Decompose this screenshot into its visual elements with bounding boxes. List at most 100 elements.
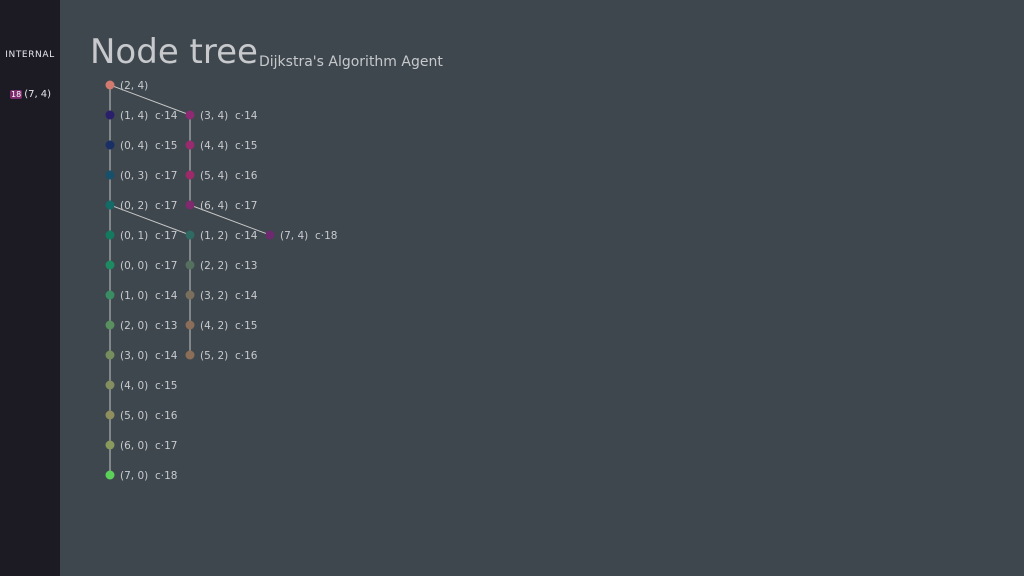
node-cost-label: c·13 xyxy=(155,320,177,332)
node-label: (0, 4) xyxy=(120,140,148,152)
node-cost-label: c·17 xyxy=(155,260,177,272)
node-label: (3, 2) xyxy=(200,290,228,302)
node-dot[interactable] xyxy=(105,380,115,390)
node-dot[interactable] xyxy=(105,320,115,330)
node-label: (0, 2) xyxy=(120,200,148,212)
node-dot[interactable] xyxy=(105,230,115,240)
node-label: (0, 0) xyxy=(120,260,148,272)
node-label: (6, 4) xyxy=(200,200,228,212)
node-dot[interactable] xyxy=(105,170,115,180)
tree-node[interactable]: (0, 3) c·17 xyxy=(105,170,178,182)
node-label: (5, 2) xyxy=(200,350,228,362)
node-cost-label: c·13 xyxy=(235,260,257,272)
node-dot[interactable] xyxy=(105,260,115,270)
node-label: (2, 0) xyxy=(120,320,148,332)
node-cost-label: c·14 xyxy=(235,290,258,302)
tree-node[interactable]: (3, 0) c·14 xyxy=(105,350,178,362)
tree-node[interactable]: (2, 0) c·13 xyxy=(105,320,178,332)
node-dot[interactable] xyxy=(185,200,195,210)
node-dot[interactable] xyxy=(105,110,115,120)
sidebar-entry-node[interactable]: 18 (7, 4) xyxy=(10,89,51,100)
tree-node[interactable]: (7, 4) c·18 xyxy=(265,230,338,242)
node-cost-label: c·16 xyxy=(235,350,258,362)
sidebar-heading: INTERNAL xyxy=(5,50,55,60)
node-cost-label: c·16 xyxy=(155,410,178,422)
node-dot[interactable] xyxy=(105,440,115,450)
node-label: (7, 4) xyxy=(280,230,308,242)
node-label: (6, 0) xyxy=(120,440,148,452)
tree-node[interactable]: (3, 4) c·14 xyxy=(185,110,258,122)
tree-node[interactable]: (1, 4) c·14 xyxy=(105,110,178,122)
node-cost-label: c·17 xyxy=(235,200,257,212)
node-dot[interactable] xyxy=(105,410,115,420)
node-label: (3, 0) xyxy=(120,350,148,362)
node-label: (4, 0) xyxy=(120,380,148,392)
node-dot[interactable] xyxy=(185,140,195,150)
sidebar-entry-label: (7, 4) xyxy=(24,89,52,100)
node-dot[interactable] xyxy=(105,290,115,300)
tree-node[interactable]: (6, 0) c·17 xyxy=(105,440,178,452)
node-cost-label: c·17 xyxy=(155,230,177,242)
node-label: (2, 4) xyxy=(120,80,148,92)
node-cost-label: c·18 xyxy=(315,230,337,242)
node-dot[interactable] xyxy=(105,470,115,480)
tree-node[interactable]: (0, 2) c·17 xyxy=(105,200,178,212)
node-dot[interactable] xyxy=(105,80,115,90)
node-dot[interactable] xyxy=(185,350,195,360)
node-dot[interactable] xyxy=(185,260,195,270)
node-dot[interactable] xyxy=(185,230,195,240)
node-cost-label: c·15 xyxy=(155,140,177,152)
node-cost-label: c·15 xyxy=(155,380,177,392)
node-label: (4, 4) xyxy=(200,140,228,152)
node-label: (5, 0) xyxy=(120,410,148,422)
tree-node[interactable]: (0, 4) c·15 xyxy=(105,140,178,152)
node-cost-label: c·17 xyxy=(155,200,177,212)
node-cost-label: c·14 xyxy=(155,350,178,362)
node-dot[interactable] xyxy=(105,350,115,360)
node-label: (7, 0) xyxy=(120,470,148,482)
node-label: (0, 3) xyxy=(120,170,148,182)
tree-node[interactable]: (1, 0) c·14 xyxy=(105,290,178,302)
node-dot[interactable] xyxy=(105,200,115,210)
node-dot[interactable] xyxy=(105,140,115,150)
node-dot[interactable] xyxy=(185,290,195,300)
tree-node[interactable]: (5, 4) c·16 xyxy=(185,170,258,182)
node-cost-label: c·17 xyxy=(155,170,177,182)
node-label: (0, 1) xyxy=(120,230,148,242)
node-cost-label: c·14 xyxy=(235,110,258,122)
tree-node[interactable]: (7, 0) c·18 xyxy=(105,470,178,482)
tree-node[interactable]: (5, 2) c·16 xyxy=(185,350,258,362)
node-label: (1, 0) xyxy=(120,290,148,302)
node-label: (3, 4) xyxy=(200,110,228,122)
node-cost-label: c·14 xyxy=(155,290,178,302)
node-cost-label: c·14 xyxy=(235,230,258,242)
tree-node[interactable]: (2, 4) xyxy=(105,80,149,92)
node-dot[interactable] xyxy=(265,230,275,240)
node-dot[interactable] xyxy=(185,170,195,180)
main-panel: Node tree Dijkstra's Algorithm Agent (2,… xyxy=(60,0,1024,576)
tree-node[interactable]: (4, 0) c·15 xyxy=(105,380,178,392)
tree-node[interactable]: (1, 2) c·14 xyxy=(185,230,258,242)
tree-node[interactable]: (3, 2) c·14 xyxy=(185,290,258,302)
tree-node[interactable]: (2, 2) c·13 xyxy=(185,260,258,272)
tree-node[interactable]: (4, 2) c·15 xyxy=(185,320,258,332)
node-tree-diagram: (2, 4)(1, 4) c·14(0, 4) c·15(0, 3) c·17(0, … xyxy=(105,80,338,482)
node-dot[interactable] xyxy=(185,320,195,330)
node-cost-label: c·18 xyxy=(155,470,177,482)
node-cost-label: c·17 xyxy=(155,440,177,452)
tree-node[interactable]: (0, 1) c·17 xyxy=(105,230,178,242)
node-label: (1, 2) xyxy=(200,230,228,242)
cost-badge: 18 xyxy=(10,90,23,99)
node-cost-label: c·15 xyxy=(235,320,257,332)
node-cost-label: c·14 xyxy=(155,110,178,122)
tree-node[interactable]: (6, 4) c·17 xyxy=(185,200,258,212)
node-dot[interactable] xyxy=(185,110,195,120)
node-cost-label: c·16 xyxy=(235,170,258,182)
node-label: (1, 4) xyxy=(120,110,148,122)
tree-node[interactable]: (4, 4) c·15 xyxy=(185,140,258,152)
tree-node[interactable]: (0, 0) c·17 xyxy=(105,260,178,272)
node-label: (2, 2) xyxy=(200,260,228,272)
tree-node[interactable]: (5, 0) c·16 xyxy=(105,410,178,422)
node-cost-label: c·15 xyxy=(235,140,257,152)
node-label: (5, 4) xyxy=(200,170,228,182)
